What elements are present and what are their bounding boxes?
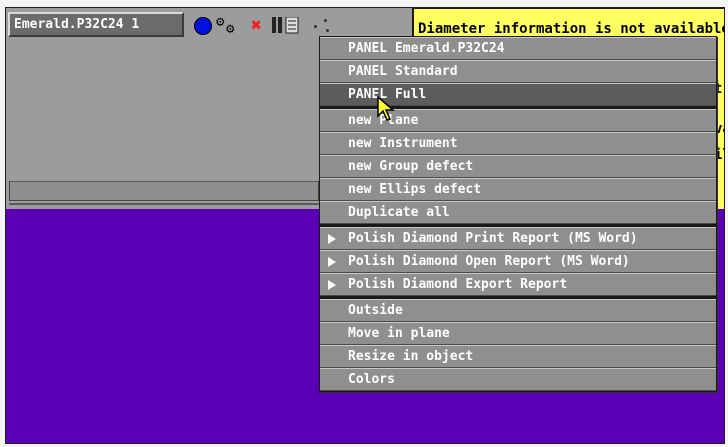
menu-item-label: Colors — [348, 372, 395, 387]
status-bar — [9, 181, 319, 201]
dots-icon[interactable] — [312, 17, 334, 35]
menu-item[interactable]: PANEL Emerald.P32C24 — [320, 37, 716, 60]
blue-circle-icon[interactable] — [194, 17, 212, 35]
menu-item-label: Duplicate all — [348, 205, 450, 220]
mouse-cursor-icon — [377, 96, 396, 121]
red-x-icon[interactable]: ✖ — [251, 17, 262, 35]
app-window: Emerald.P32C24 1 ⚙ ⚙ ✖ Diameter informat… — [5, 7, 725, 444]
context-menu: PANEL Emerald.P32C24 PANEL Standard PANEL … — [319, 36, 717, 392]
menu-item[interactable]: Polish Diamond Export Report — [320, 273, 716, 296]
submenu-arrow-icon — [328, 280, 336, 290]
object-name-field[interactable]: Emerald.P32C24 1 — [8, 12, 184, 37]
menu-item[interactable]: Colors — [320, 368, 716, 391]
panel-icon[interactable] — [272, 16, 306, 35]
menu-item-label: PANEL Emerald.P32C24 — [348, 41, 505, 56]
menu-item[interactable]: new Group defect — [320, 155, 716, 178]
menu-item[interactable]: Outside — [320, 299, 716, 322]
menu-item[interactable]: Polish Diamond Print Report (MS Word) — [320, 227, 716, 250]
menu-item-label: Move in plane — [348, 326, 450, 341]
menu-item[interactable]: Polish Diamond Open Report (MS Word) — [320, 250, 716, 273]
menu-item-label: PANEL Standard — [348, 64, 458, 79]
gears-icon[interactable]: ⚙ ⚙ — [216, 15, 242, 36]
menu-item-label: Polish Diamond Print Report (MS Word) — [348, 231, 638, 246]
menu-item[interactable]: Resize in object — [320, 345, 716, 368]
menu-item[interactable]: new Ellips defect — [320, 178, 716, 201]
menu-item[interactable]: PANEL Standard — [320, 60, 716, 83]
menu-item-label: Outside — [348, 303, 403, 318]
menu-item-label: Polish Diamond Export Report — [348, 277, 568, 292]
menu-item-label: Resize in object — [348, 349, 474, 364]
menu-item[interactable]: Move in plane — [320, 322, 716, 345]
submenu-arrow-icon — [328, 234, 336, 244]
submenu-arrow-icon — [328, 257, 336, 267]
info-line: Diameter information is not available — [418, 21, 725, 37]
menu-item-label: new Instrument — [348, 136, 458, 151]
menu-item[interactable]: Duplicate all — [320, 201, 716, 224]
menu-item-label: Polish Diamond Open Report (MS Word) — [348, 254, 630, 269]
menu-item-label: new Ellips defect — [348, 182, 482, 197]
menu-item-label: new Group defect — [348, 159, 474, 174]
menu-item[interactable]: new Instrument — [320, 132, 716, 155]
